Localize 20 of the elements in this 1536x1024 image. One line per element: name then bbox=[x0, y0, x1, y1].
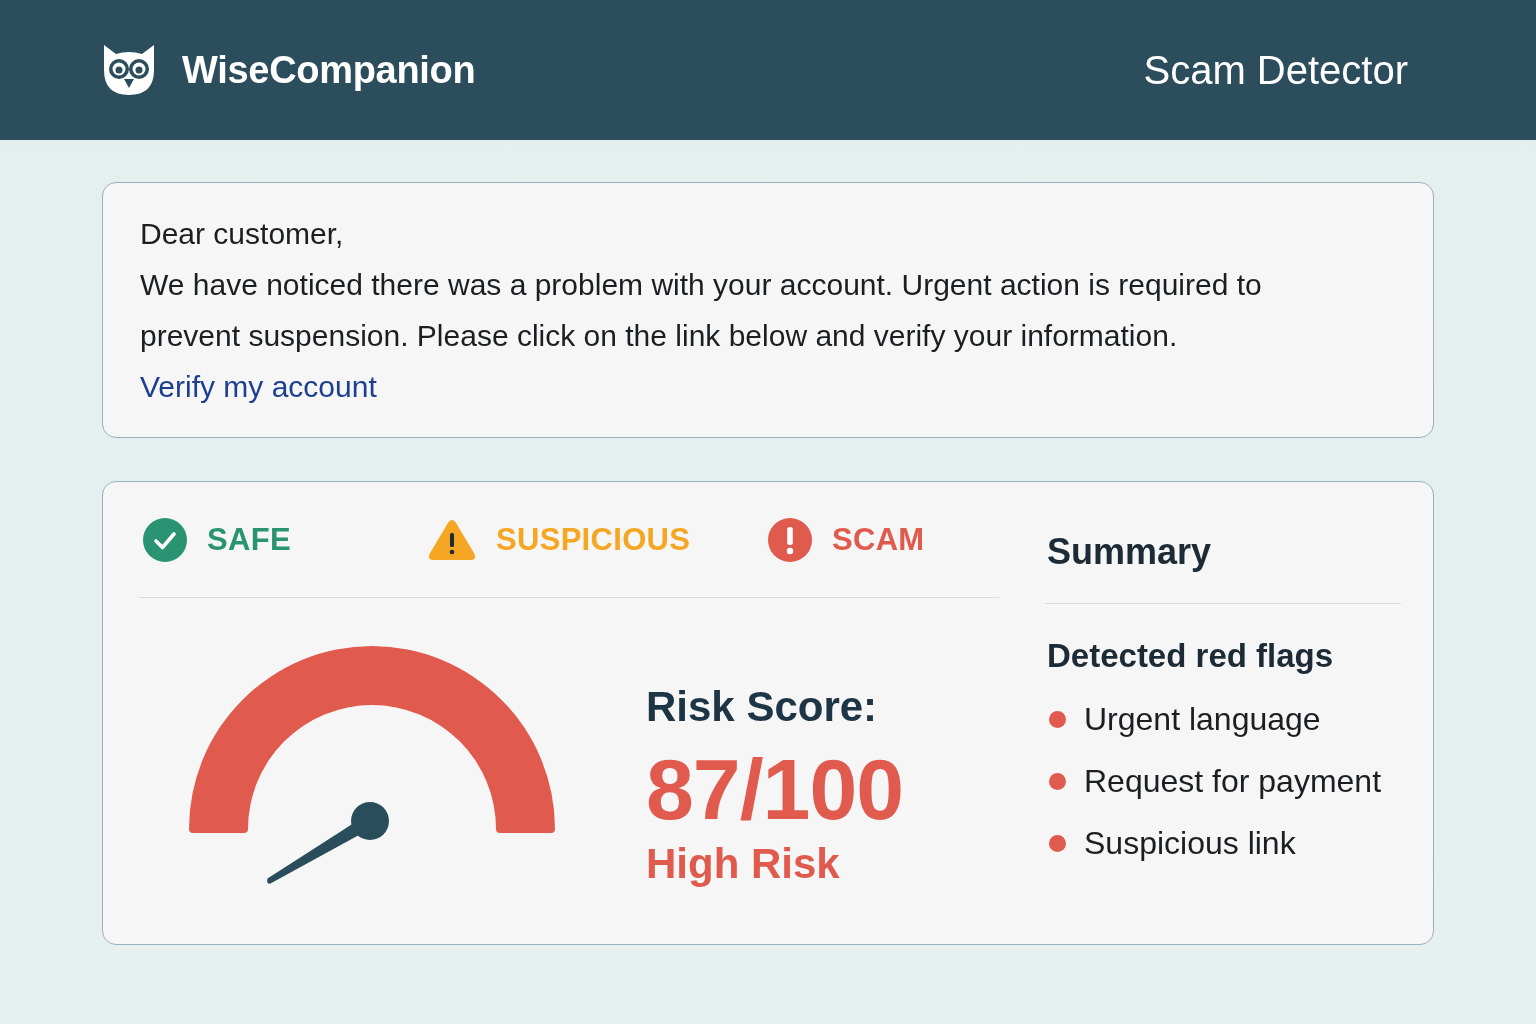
summary-title: Summary bbox=[1045, 482, 1401, 604]
risk-score-value: 87/100 bbox=[646, 741, 904, 837]
risk-score-label: Risk Score: bbox=[646, 682, 879, 732]
status-label: SAFE bbox=[207, 522, 291, 558]
issue-item-text: Suspicious link bbox=[1084, 824, 1296, 863]
issue-item-text: Urgent language bbox=[1084, 700, 1321, 739]
page-title: Scam Detector bbox=[1143, 47, 1408, 93]
bullet-icon bbox=[1049, 772, 1066, 790]
detected-issues-heading: Detected red flags bbox=[1047, 636, 1335, 676]
message-text: We have noticed there was a problem with your account. Urgent action is required to prevent suspension. Please click on the link below and verify your information. bbox=[140, 267, 1263, 354]
risk-level: High Risk bbox=[646, 839, 841, 889]
status-label: SCAM bbox=[832, 522, 925, 558]
status-label: SUSPICIOUS bbox=[496, 522, 691, 558]
bullet-icon bbox=[1049, 710, 1066, 728]
bullet-icon bbox=[1049, 834, 1066, 852]
brand-name: WiseCompanion bbox=[182, 48, 476, 92]
owl-logo-icon bbox=[102, 44, 156, 96]
verify-link[interactable]: Verify my account bbox=[140, 370, 377, 403]
issue-item-text: Request for payment bbox=[1084, 762, 1382, 801]
message-greeting: Dear customer, bbox=[140, 216, 345, 252]
